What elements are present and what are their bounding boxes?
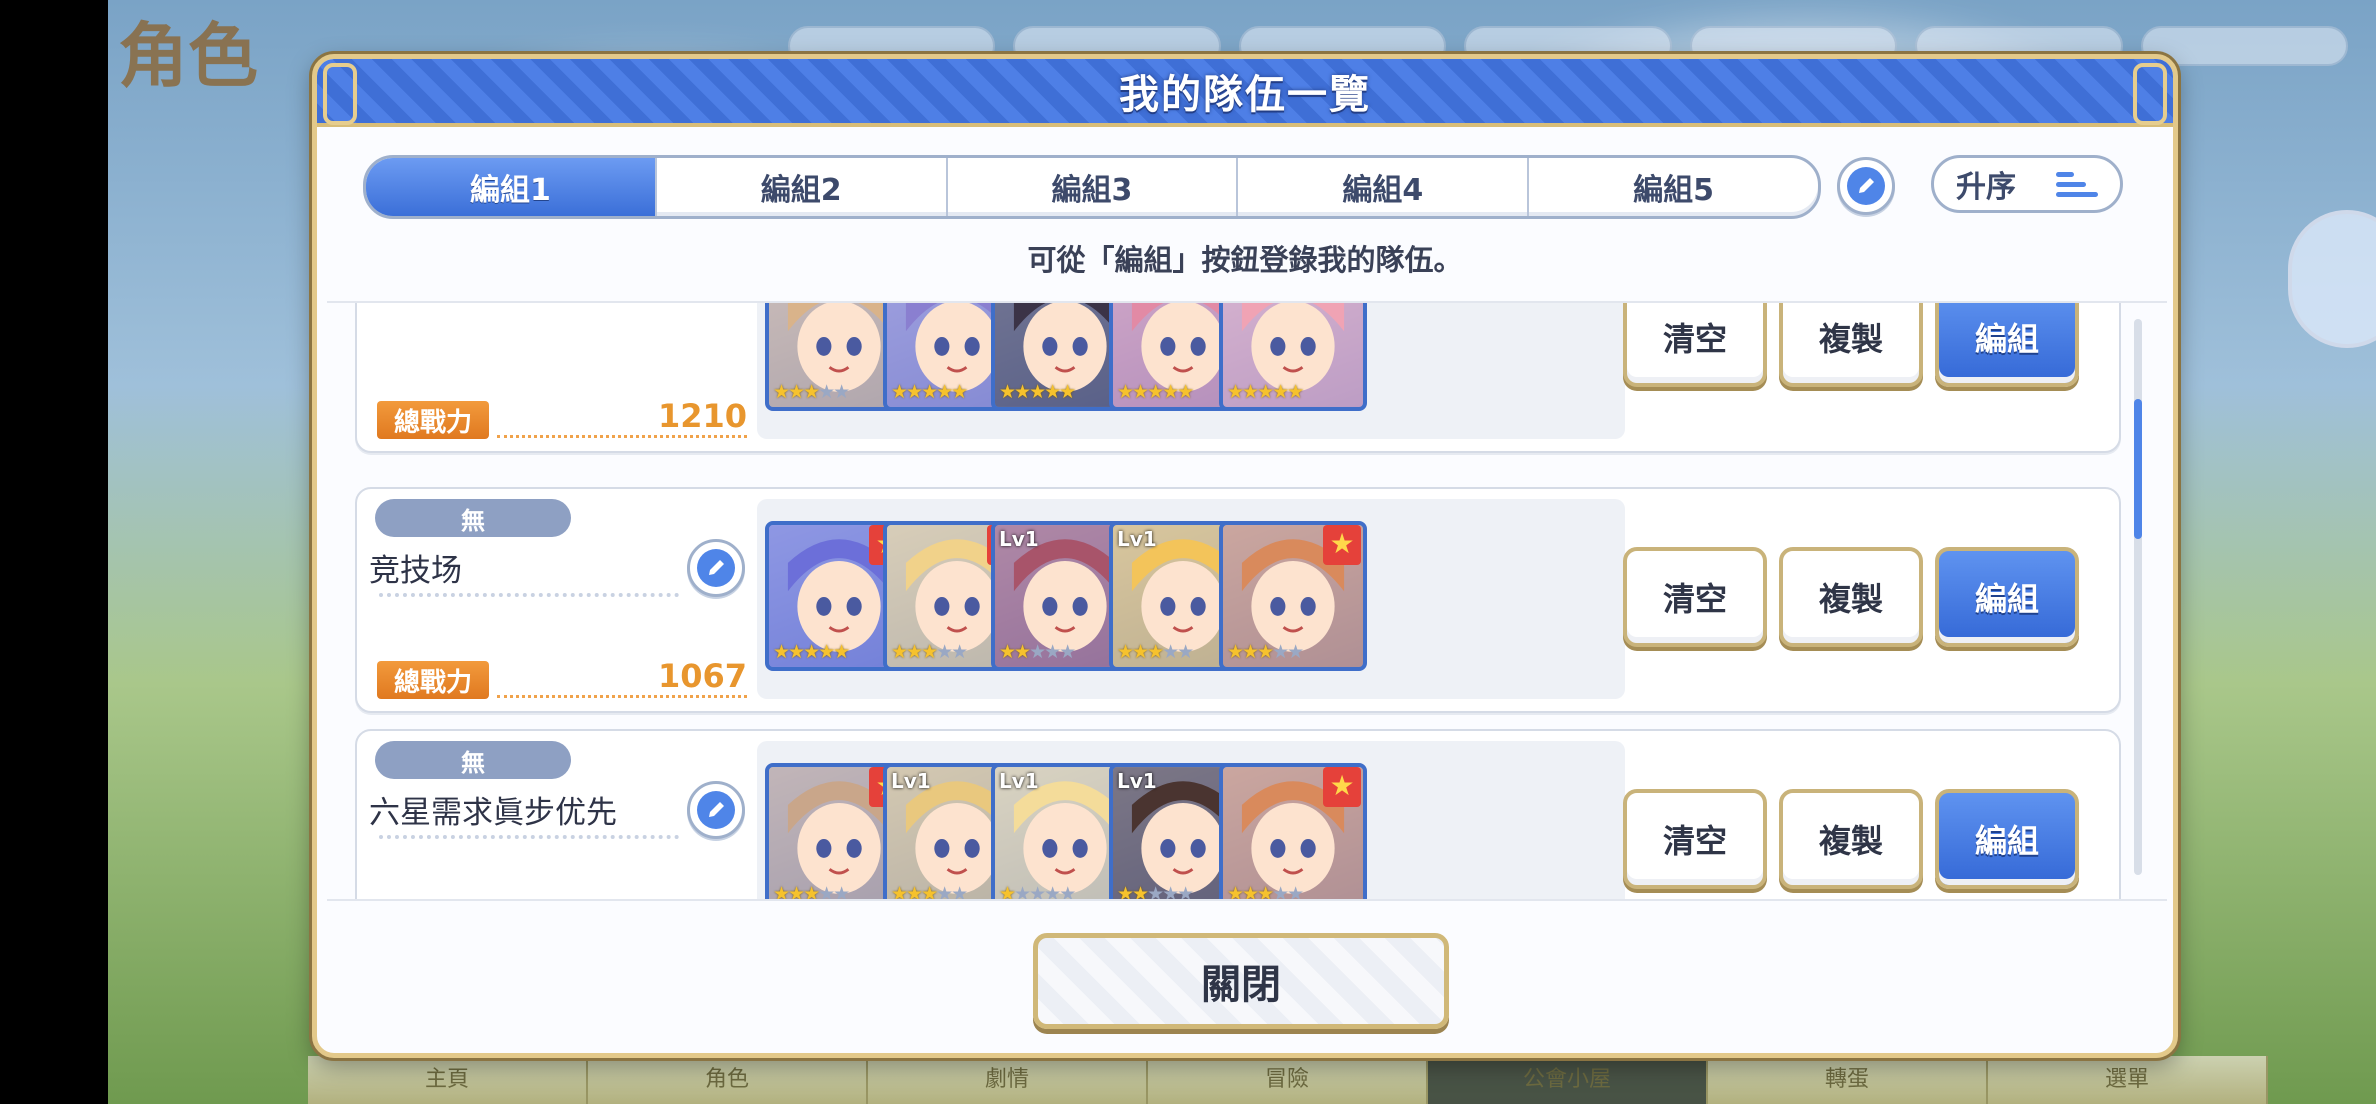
hint-text: 可從「編組」按鈕登錄我的隊伍。 [1027,243,1463,277]
star-rating: ★★★★★ [1227,381,1304,403]
total-power-value: 1210 [657,397,747,435]
tab-party-2[interactable]: 編組2 [657,158,948,216]
edit-team-button[interactable]: 編組 [1935,789,2079,889]
corner-ornament-icon [323,63,357,125]
star-rating: ★★★★★ [891,381,968,403]
total-power-label: 總戰力 [377,661,489,699]
sort-order-label: 升序 [1956,170,2016,205]
tab-party-5[interactable]: 編組5 [1529,158,1818,216]
nav-item-story: 劇情 [868,1056,1148,1104]
star-rating: ★★★★★ [999,381,1076,403]
star-rating: ★★★★★ [891,883,968,901]
nav-item-guild: 公會小屋 [1428,1056,1708,1104]
star-rating: ★★★★★ [773,641,850,663]
star-rating: ★★★★★ [999,883,1076,901]
scrollbar-thumb[interactable] [2134,399,2142,539]
sort-bars-icon [2056,171,2098,197]
power-underline [497,435,747,438]
close-button[interactable]: 關閉 [1033,933,1449,1029]
copy-button[interactable]: 複製 [1779,789,1923,889]
copy-button[interactable]: 複製 [1779,303,1923,387]
clear-button[interactable]: 清空 [1623,303,1767,387]
edit-team-button[interactable]: 編組 [1935,303,2079,387]
clear-button[interactable]: 清空 [1623,789,1767,889]
rename-tab-button[interactable] [1837,157,1895,215]
power-underline [497,695,747,698]
star-rating: ★★★★★ [1227,641,1304,663]
pencil-icon [697,549,735,587]
sort-order-button[interactable]: 升序 [1931,155,2123,213]
nav-item-character: 角色 [588,1056,868,1104]
star-badge-icon: ★ [1323,767,1361,807]
scrollbar[interactable] [2134,319,2142,875]
party-list-modal: 我的隊伍一覽 編組1 編組2 編組3 編組4 編組5 升序 可從「編組」按鈕登錄… [312,54,2178,1058]
team-list[interactable]: 總戰力 1210 ★★★★★ ★★★★★ ★★★★★ ★★★★★ ★★★★★ 清… [327,301,2167,901]
team-row: 無竞技场 總戰力 1067 ★ ★★★★ ★ ★★★★ Lv1 ★★★★★ Lv… [355,487,2121,713]
star-rating: ★★★★★ [1227,883,1304,901]
rename-team-button[interactable] [687,781,745,839]
party-members: ★ ★★★★★ Lv1 ★★★★★ Lv1 [757,741,1625,901]
total-power-value: 1067 [657,657,747,695]
star-rating: ★★★★★ [773,883,850,901]
name-underline [379,593,679,597]
edit-team-button[interactable]: 編組 [1935,547,2079,647]
unit-portrait[interactable]: ★★★★★ [1219,303,1367,411]
unit-level: Lv1 [1117,769,1157,793]
unit-portrait[interactable]: ★ ★★★★★ [1219,763,1367,901]
star-badge-icon: ★ [1323,525,1361,565]
tab-party-4[interactable]: 編組4 [1238,158,1530,216]
tab-party-1[interactable]: 編組1 [366,158,657,216]
unit-portrait[interactable]: ★ ★★★★★ [1219,521,1367,671]
modal-title: 我的隊伍一覽 [1119,72,1371,118]
unit-level: Lv1 [891,769,931,793]
total-power-label: 總戰力 [377,401,489,439]
side-emblem-icon[interactable] [2288,210,2376,348]
tab-party-3[interactable]: 編組3 [948,158,1239,216]
rename-team-button[interactable] [687,539,745,597]
star-rating: ★★★★★ [999,641,1076,663]
total-power-value: 944 [507,899,747,901]
modal-header: 我的隊伍一覽 [317,59,2173,127]
name-underline [379,835,679,839]
pencil-icon [697,791,735,829]
copy-button[interactable]: 複製 [1779,547,1923,647]
team-name: 六星需求眞步优先 [369,795,617,831]
background-bottom-nav: 主頁 角色 劇情 冒險 公會小屋 轉蛋 選單 [308,1056,2268,1104]
unit-level: Lv1 [999,769,1039,793]
star-rating: ★★★★★ [1117,883,1194,901]
pencil-icon [1847,167,1885,205]
star-rating: ★★★★★ [1117,381,1194,403]
unit-level: Lv1 [1117,527,1157,551]
clear-button[interactable]: 清空 [1623,547,1767,647]
nav-item-adventure: 冒險 [1148,1056,1428,1104]
nav-item-gacha: 轉蛋 [1708,1056,1988,1104]
corner-ornament-icon [2133,63,2167,125]
team-row: 總戰力 1210 ★★★★★ ★★★★★ ★★★★★ ★★★★★ ★★★★★ 清… [355,303,2121,453]
unit-level: Lv1 [999,527,1039,551]
nav-item-home: 主頁 [308,1056,588,1104]
team-name: 竞技场 [369,553,462,589]
team-tag: 無 [375,499,571,537]
star-rating: ★★★★★ [773,381,850,403]
nav-item-menu: 選單 [1988,1056,2268,1104]
team-row: 無六星需求眞步优先總戰力944 ★ ★★★★★ Lv1 [355,729,2121,901]
star-rating: ★★★★★ [1117,641,1194,663]
party-members: ★★★★★ ★★★★★ ★★★★★ ★★★★★ ★★★★★ [757,303,1625,439]
star-rating: ★★★★★ [891,641,968,663]
party-members: ★ ★★★★★ ★ ★★★★★ Lv1 [757,499,1625,699]
team-tag: 無 [375,741,571,779]
party-tabs: 編組1 編組2 編組3 編組4 編組5 [363,155,1821,219]
